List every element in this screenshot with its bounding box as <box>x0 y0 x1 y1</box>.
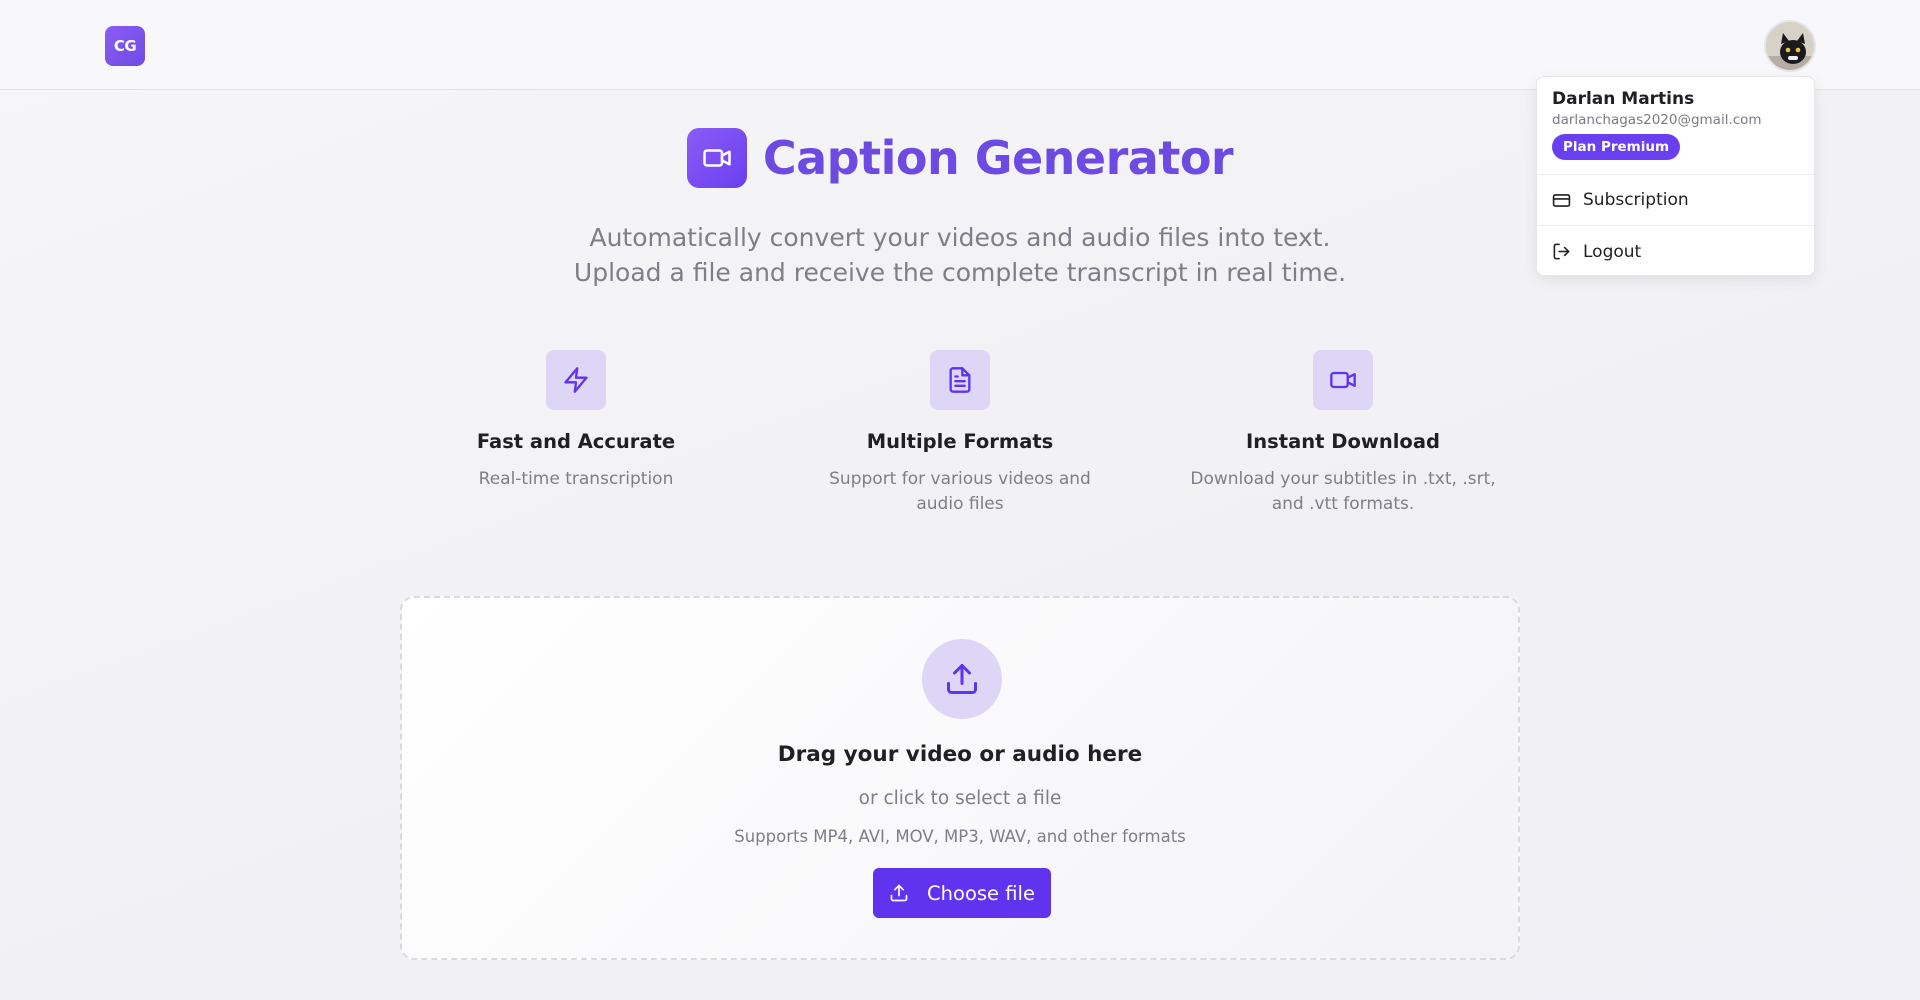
dropzone-subtitle: or click to select a file <box>858 788 1062 809</box>
page-subtitle: Automatically convert your videos and au… <box>573 223 1347 287</box>
feature-description: Download your subtitles in .txt, .srt, a… <box>1190 469 1496 514</box>
dropzone-title: Drag your video or audio here <box>777 742 1143 767</box>
feature-title: Fast and Accurate <box>476 430 676 453</box>
features-section: Fast and Accurate Real-time transcriptio… <box>0 350 1920 530</box>
upload-icon <box>890 884 908 902</box>
feature-description: Support for various videos and audio fil… <box>829 469 1091 514</box>
user-name: Darlan Martins <box>1552 89 1695 109</box>
credit-card-icon <box>1552 193 1571 207</box>
zap-icon <box>546 350 606 410</box>
upload-icon <box>922 639 1002 719</box>
logout-icon <box>1553 243 1570 260</box>
choose-file-button[interactable]: Choose file <box>873 868 1051 918</box>
feature-instant-download: Instant Download Download your subtitles… <box>1173 350 1513 517</box>
menu-item-label: Subscription <box>1583 190 1689 210</box>
feature-multiple-formats: Multiple Formats Support for various vid… <box>790 350 1130 517</box>
video-icon <box>1313 350 1373 410</box>
feature-fast-accurate: Fast and Accurate Real-time transcriptio… <box>406 350 746 492</box>
supported-formats: Supports MP4, AVI, MOV, MP3, WAV, and ot… <box>734 827 1186 846</box>
page-title: Caption Generator <box>762 131 1234 185</box>
feature-title: Multiple Formats <box>866 430 1054 453</box>
feature-description: Real-time transcription <box>478 469 674 489</box>
menu-item-label: Logout <box>1583 241 1642 262</box>
video-icon <box>686 128 747 188</box>
user-avatar[interactable] <box>1764 20 1816 72</box>
user-email: darlanchagas2020@gmail.com <box>1552 112 1762 128</box>
feature-title: Instant Download <box>1246 430 1440 453</box>
app-logo[interactable]: CG <box>105 26 145 66</box>
choose-file-label: Choose file <box>927 881 1035 905</box>
hero-header: Caption Generator <box>0 128 1920 188</box>
cat-avatar-icon <box>1766 22 1814 70</box>
file-text-icon <box>930 350 990 410</box>
upload-dropzone[interactable]: Drag your video or audio here or click t… <box>400 596 1520 960</box>
menu-item-logout[interactable]: Logout <box>1537 226 1814 277</box>
